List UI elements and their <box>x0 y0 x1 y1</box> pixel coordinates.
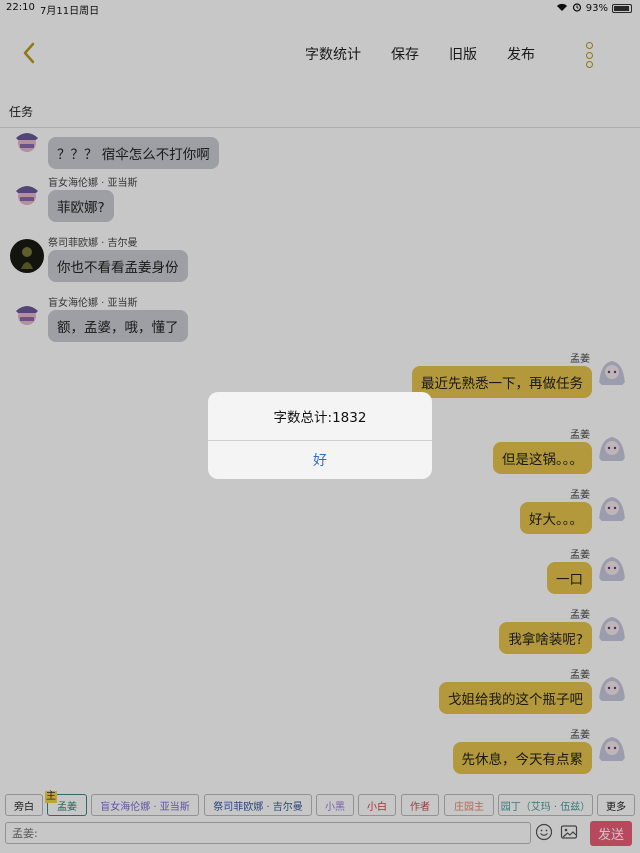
dialog-ok-button[interactable]: 好 <box>208 441 432 479</box>
dialog-title: 字数总计:1832 <box>208 392 432 441</box>
word-count-dialog: 字数总计:1832 好 <box>208 392 432 479</box>
